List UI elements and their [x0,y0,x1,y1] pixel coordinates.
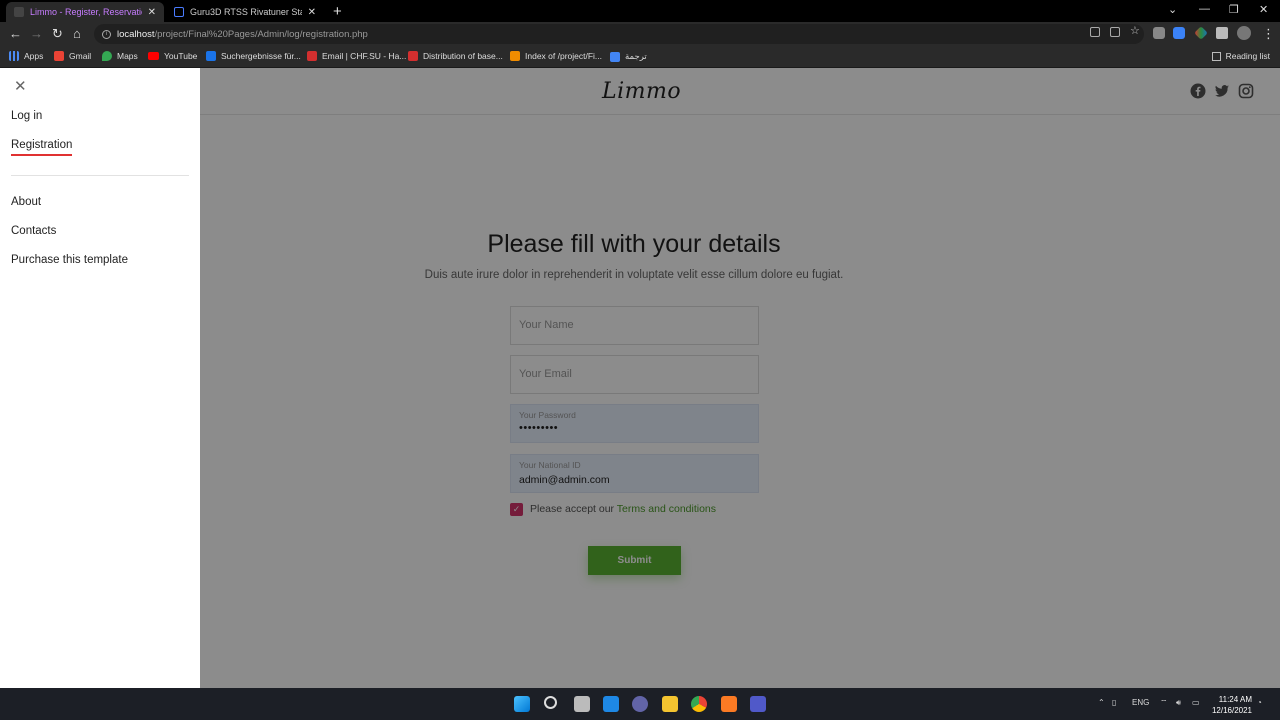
profile-avatar[interactable] [1237,26,1251,40]
menu-backdrop-overlay[interactable] [200,68,1280,688]
system-clock[interactable]: 11:24 AM 12/16/2021 [1212,694,1252,716]
restore-button[interactable]: ❐ [1229,3,1239,16]
maps-icon [102,51,112,61]
back-button[interactable]: ← [9,26,22,41]
teams-icon[interactable] [750,696,766,712]
b-site-icon [307,51,317,61]
tray-chevron-icon[interactable]: ⌃ [1098,698,1105,707]
limmo-favicon-icon [14,7,24,17]
menu-kebab-icon[interactable]: ⋮ [1262,26,1275,42]
url-host: localhost [117,28,155,40]
bookmark-label: ترجمة [625,51,647,61]
bookmark-label: Suchergebnisse für... [221,51,301,61]
apps-grid-icon [9,51,19,61]
close-menu-icon[interactable]: ✕ [14,77,27,95]
new-tab-button[interactable]: + [333,3,342,20]
chrome-icon[interactable] [691,696,707,712]
extensions-puzzle-icon[interactable] [1216,27,1228,39]
extension-blue-icon[interactable] [1173,27,1185,39]
bookmark-youtube[interactable]: YouTube [148,51,197,61]
bookmarks-bar: Apps Gmail Maps YouTube Suchergebnisse f… [0,46,1280,68]
reload-button[interactable]: ↻ [52,26,63,42]
bookmark-gmail[interactable]: Gmail [54,51,91,61]
clock-date: 12/16/2021 [1211,706,1252,715]
extension-color-icon[interactable] [1194,26,1208,40]
bookmark-index-project[interactable]: Index of /project/Fi... [510,51,602,61]
bookmark-label: YouTube [164,51,198,61]
browser-toolbar: ← → ↻ ⌂ i localhost/project/Final%20Page… [0,22,1280,46]
gmail-icon [54,51,64,61]
bookmark-label: Gmail [69,51,92,61]
close-tab-icon[interactable]: ✕ [308,7,316,18]
bookmark-label: Email | CHF.SU - Ha... [322,51,407,61]
language-indicator[interactable]: ENG [1132,698,1149,707]
tab-guru3d[interactable]: Guru3D RTSS Rivatuner Statistics ✕ [166,2,324,22]
b-site-icon [408,51,418,61]
side-menu: ✕ Log in Registration About Contacts Pur… [0,68,200,688]
extension-shield-icon[interactable] [1153,27,1165,39]
close-tab-icon[interactable]: ✕ [148,7,156,18]
tab-strip: Limmo - Register, Reservation, Q ✕ Guru3… [0,0,1280,22]
reading-list-button[interactable]: Reading list [1211,51,1270,61]
url-path: /project/Final%20Pages/Admin/log/registr… [154,28,368,40]
bookmark-label: Apps [24,51,44,61]
menu-item-about[interactable]: About [11,196,41,208]
close-window-button[interactable]: ✕ [1259,3,1268,16]
bookmark-distribution[interactable]: Distribution of base... [408,51,503,61]
battery-icon[interactable]: ▭ [1192,698,1200,707]
bookmark-label: Maps [117,51,138,61]
bookmark-suchergebnisse[interactable]: Suchergebnisse für... [206,51,301,61]
search-icon[interactable] [544,696,557,709]
start-windows-icon[interactable] [514,696,530,712]
home-button[interactable]: ⌂ [73,26,81,41]
volume-icon[interactable]: 🔊︎ [1176,698,1181,708]
key-icon[interactable] [1090,27,1100,37]
tab-search-icon[interactable]: ⌄ [1168,3,1177,16]
s-site-icon [206,51,216,61]
menu-item-contacts[interactable]: Contacts [11,225,56,237]
bookmark-maps[interactable]: Maps [102,51,138,61]
share-icon[interactable] [1110,27,1120,37]
chat-icon[interactable] [632,696,648,712]
web-viewport: Limmo Please fill with your details Duis… [0,68,1280,688]
star-icon[interactable]: ☆ [1130,26,1140,37]
menu-item-purchase[interactable]: Purchase this template [11,254,128,266]
bookmark-email-chf[interactable]: Email | CHF.SU - Ha... [307,51,406,61]
reading-list-label: Reading list [1225,51,1270,61]
tab-limmo[interactable]: Limmo - Register, Reservation, Q ✕ [6,2,164,22]
bookmark-apps[interactable]: Apps [9,51,43,61]
taskbar: ⌃ ▯ ENG ⌔ 🔊︎ ▭ 11:24 AM 12/16/2021 ◔ [0,688,1280,720]
xampp-icon [510,51,520,61]
tab-title: Guru3D RTSS Rivatuner Statistics [190,7,302,17]
menu-item-login[interactable]: Log in [11,110,42,122]
clock-time: 11:24 AM [1218,695,1252,704]
bookmark-translate[interactable]: ترجمة [610,51,647,62]
reading-list-icon [1211,51,1221,61]
bookmark-label: Distribution of base... [423,51,503,61]
task-view-icon[interactable] [574,696,590,712]
tray-app-icon[interactable]: ▯ [1112,698,1116,707]
minimize-button[interactable]: — [1199,3,1210,15]
forward-button[interactable]: → [30,26,43,41]
youtube-icon [148,52,159,60]
guru3d-favicon-icon [174,7,184,17]
menu-divider [11,175,189,176]
translate-icon [610,51,620,62]
file-explorer-icon[interactable] [662,696,678,712]
address-bar-actions: ☆ [1090,26,1140,37]
site-info-icon[interactable]: i [102,29,111,39]
widgets-icon[interactable] [603,696,619,712]
menu-item-registration[interactable]: Registration [11,139,73,156]
notification-icon[interactable]: ◔ [1257,698,1262,707]
address-bar[interactable]: i localhost/project/Final%20Pages/Admin/… [94,24,1144,44]
tab-title: Limmo - Register, Reservation, Q [30,7,142,17]
bookmark-label: Index of /project/Fi... [525,51,603,61]
wifi-icon[interactable]: ⌔ [1160,698,1168,708]
xampp-icon[interactable] [721,696,737,712]
